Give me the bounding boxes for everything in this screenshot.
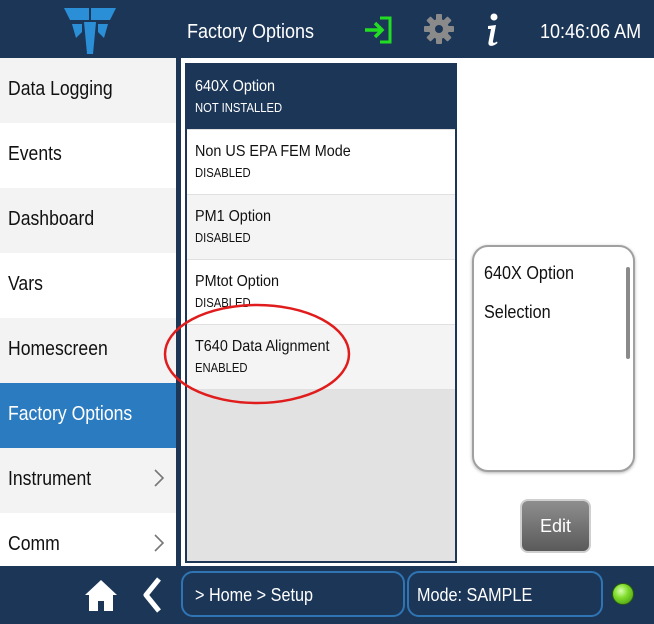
detail-title: 640X Option	[484, 263, 575, 283]
mode-text: Mode: SAMPLE	[417, 585, 533, 605]
sidebar-item-instrument[interactable]: Instrument	[0, 448, 176, 513]
chevron-right-icon	[154, 534, 165, 552]
sidebar-item-factory-options[interactable]: Factory Options	[0, 383, 176, 448]
chevron-right-icon	[154, 469, 165, 487]
sidebar-item-label: Vars	[8, 273, 43, 295]
sidebar-item-label: Instrument	[8, 468, 92, 490]
page-title: Factory Options	[187, 21, 315, 43]
sidebar-item-vars[interactable]: Vars	[0, 253, 176, 318]
option-value: DISABLED	[195, 231, 251, 245]
detail-scrollbar[interactable]	[626, 267, 630, 359]
option-pm1[interactable]: PM1 Option DISABLED	[187, 195, 455, 260]
detail-panel: 640X Option Selection	[472, 245, 635, 472]
bottom-bar: > Home > Setup Mode: SAMPLE	[0, 566, 654, 624]
clock: 10:46:06 AM	[540, 21, 642, 43]
top-bar: Factory Options 10:46:06 AM	[0, 0, 654, 58]
sidebar-item-label: Homescreen	[8, 338, 108, 360]
sidebar-item-events[interactable]: Events	[0, 123, 176, 188]
highlight-ellipse	[163, 303, 351, 405]
sidebar-item-label: Dashboard	[8, 208, 95, 230]
option-value: NOT INSTALLED	[195, 101, 283, 115]
home-icon[interactable]	[84, 578, 118, 612]
back-icon[interactable]	[142, 576, 162, 614]
option-640x[interactable]: 640X Option NOT INSTALLED	[187, 65, 455, 130]
option-name: Non US EPA FEM Mode	[195, 143, 351, 160]
logo-icon	[64, 8, 116, 54]
gear-icon[interactable]	[423, 13, 455, 45]
sidebar-item-data-logging[interactable]: Data Logging	[0, 58, 176, 123]
detail-value: Selection	[484, 302, 551, 322]
sidebar-item-label: Factory Options	[8, 403, 133, 425]
sidebar-item-label: Events	[8, 143, 62, 165]
sidebar: Data Logging Events Dashboard Vars Homes…	[0, 58, 176, 578]
sidebar-item-label: Data Logging	[8, 78, 113, 100]
sidebar-item-dashboard[interactable]: Dashboard	[0, 188, 176, 253]
status-led-icon	[612, 583, 634, 605]
option-name: 640X Option	[195, 78, 276, 95]
instruction-text: Select a Factory Option then touch Edit …	[480, 75, 629, 130]
info-icon[interactable]	[480, 12, 504, 48]
option-name: PM1 Option	[195, 208, 272, 225]
breadcrumb[interactable]: > Home > Setup	[181, 571, 405, 617]
mode-indicator: Mode: SAMPLE	[407, 571, 603, 617]
option-value: DISABLED	[195, 166, 251, 180]
sidebar-item-label: Comm	[8, 533, 60, 555]
option-non-us-epa-fem-mode[interactable]: Non US EPA FEM Mode DISABLED	[187, 130, 455, 195]
sidebar-item-homescreen[interactable]: Homescreen	[0, 318, 176, 383]
breadcrumb-text: > Home > Setup	[195, 585, 313, 605]
edit-button[interactable]: Edit	[520, 499, 591, 553]
option-name: PMtot Option	[195, 273, 280, 290]
logout-icon[interactable]	[362, 15, 394, 45]
